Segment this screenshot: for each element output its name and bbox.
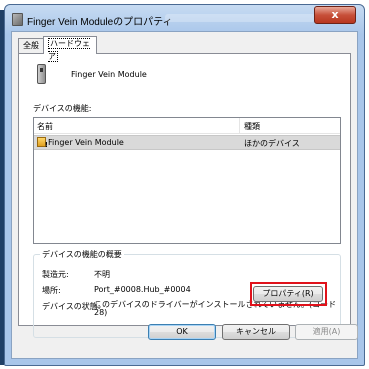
list-header: 名前 種類 <box>34 118 340 134</box>
manufacturer-value: 不明 <box>94 270 110 279</box>
tab-hardware[interactable]: ハードウェア <box>43 36 97 62</box>
properties-dialog: Finger Vein Moduleのプロパティ x 全般 ハードウェア Fin… <box>4 4 365 366</box>
location-label: 場所: <box>42 286 61 295</box>
manufacturer-label: 製造元: <box>42 270 69 279</box>
column-header-type[interactable]: 種類 <box>244 121 260 132</box>
device-icon <box>37 64 46 84</box>
device-icon <box>12 13 23 26</box>
column-header-name[interactable]: 名前 <box>37 121 53 132</box>
title-bar[interactable]: Finger Vein Moduleのプロパティ x <box>5 5 364 31</box>
title-bar-glass <box>165 14 315 22</box>
column-separator[interactable] <box>239 118 240 133</box>
warning-device-icon <box>37 137 48 149</box>
window-title: Finger Vein Moduleのプロパティ <box>27 17 173 28</box>
close-button[interactable]: x <box>314 6 356 24</box>
device-functions-label: デバイスの機能: <box>33 104 92 113</box>
device-functions-list[interactable]: 名前 種類 Finger Vein Module ほかのデバイス <box>33 117 341 244</box>
list-item-name: Finger Vein Module <box>48 138 124 147</box>
list-item-type: ほかのデバイス <box>244 139 300 148</box>
apply-button[interactable]: 適用(A) <box>295 324 358 340</box>
list-item[interactable]: Finger Vein Module ほかのデバイス <box>34 135 340 150</box>
dialog-client-area: 全般 ハードウェア Finger Vein Module デバイスの機能: 名前… <box>11 31 358 359</box>
tab-general[interactable]: 全般 <box>18 38 44 53</box>
properties-button[interactable]: プロパティ(R) <box>253 286 323 302</box>
status-label: デバイスの状態: <box>42 302 101 311</box>
ok-button[interactable]: OK <box>148 324 216 340</box>
cancel-button[interactable]: キャンセル <box>222 324 290 340</box>
device-name: Finger Vein Module <box>71 70 147 79</box>
summary-title: デバイスの機能の概要 <box>40 249 124 260</box>
location-value: Port_#0008.Hub_#0004 <box>94 285 191 294</box>
